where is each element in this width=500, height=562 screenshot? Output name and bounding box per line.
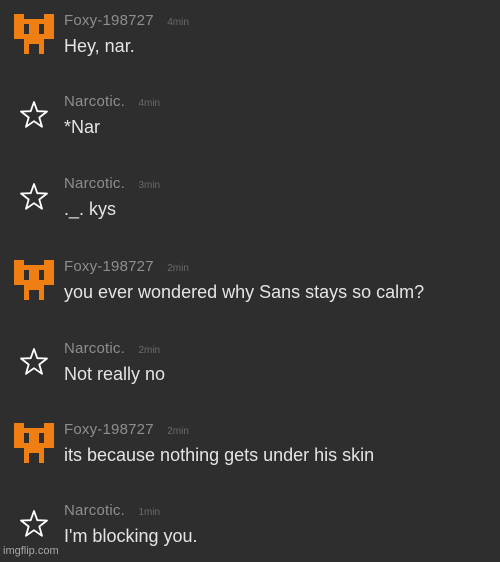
pixel-fox-icon[interactable]: [14, 14, 54, 54]
star-icon[interactable]: [14, 504, 54, 544]
star-icon[interactable]: [14, 177, 54, 217]
message-text: Not really no: [64, 364, 166, 384]
timestamp: 2min: [167, 426, 189, 437]
message-text: *Nar: [64, 117, 101, 137]
timestamp: 2min: [167, 263, 189, 274]
chat-message: Narcotic. 1min I'm blocking you.: [0, 502, 500, 562]
username[interactable]: Narcotic.: [64, 502, 125, 519]
message-meta: Narcotic. 3min: [64, 175, 160, 195]
message-meta: Foxy-198727 2min: [64, 258, 189, 278]
message-text: its because nothing gets under his skin: [64, 445, 375, 465]
message-text: I'm blocking you.: [64, 526, 198, 546]
star-icon[interactable]: [14, 342, 54, 382]
pixel-fox-icon[interactable]: [14, 423, 54, 463]
timestamp: 2min: [138, 345, 161, 356]
timestamp: 4min: [167, 17, 189, 28]
chat-message: Foxy-198727 2min you ever wondered why S…: [0, 258, 500, 318]
chat-message: Foxy-198727 2min its because nothing get…: [0, 421, 500, 481]
username[interactable]: Foxy-198727: [64, 12, 154, 29]
message-meta: Narcotic. 2min: [64, 340, 160, 360]
message-meta: Foxy-198727 4min: [64, 12, 189, 32]
username[interactable]: Narcotic.: [64, 175, 125, 192]
star-icon[interactable]: [14, 95, 54, 135]
pixel-fox-icon[interactable]: [14, 260, 54, 300]
message-meta: Narcotic. 1min: [64, 502, 160, 522]
timestamp: 3min: [138, 180, 161, 191]
username[interactable]: Narcotic.: [64, 93, 125, 110]
username[interactable]: Foxy-198727: [64, 421, 154, 438]
chat-message: Narcotic. 2min Not really no: [0, 340, 500, 400]
timestamp: 4min: [138, 98, 161, 109]
chat-log: Foxy-198727 4min Hey, nar. Narcotic. 4mi…: [0, 0, 500, 558]
username[interactable]: Foxy-198727: [64, 258, 154, 275]
message-meta: Narcotic. 4min: [64, 93, 160, 113]
message-text: ._. kys: [64, 199, 117, 219]
message-meta: Foxy-198727 2min: [64, 421, 189, 441]
timestamp: 1min: [138, 507, 161, 518]
message-text: Hey, nar.: [64, 36, 135, 56]
chat-message: Narcotic. 3min ._. kys: [0, 175, 500, 235]
message-text: you ever wondered why Sans stays so calm…: [64, 282, 425, 302]
chat-message: Narcotic. 4min *Nar: [0, 93, 500, 153]
username[interactable]: Narcotic.: [64, 340, 125, 357]
chat-message: Foxy-198727 4min Hey, nar.: [0, 12, 500, 72]
watermark: imgflip.com: [3, 545, 59, 557]
